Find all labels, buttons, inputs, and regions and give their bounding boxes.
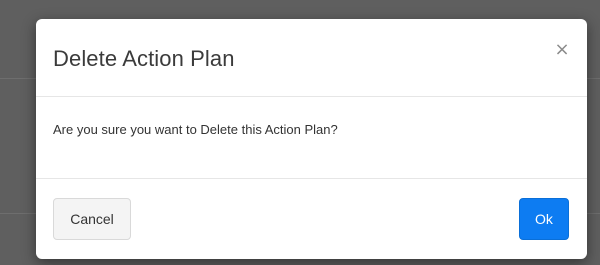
delete-action-plan-dialog: Delete Action Plan × Are you sure you wa… xyxy=(36,19,587,259)
dialog-header: Delete Action Plan × xyxy=(36,19,587,97)
dialog-body: Are you sure you want to Delete this Act… xyxy=(36,97,587,179)
dialog-footer: Cancel Ok xyxy=(36,179,587,259)
confirmation-message: Are you sure you want to Delete this Act… xyxy=(53,122,338,137)
cancel-button[interactable]: Cancel xyxy=(53,198,131,240)
dialog-title: Delete Action Plan xyxy=(53,46,235,71)
close-icon[interactable]: × xyxy=(553,41,571,59)
ok-button[interactable]: Ok xyxy=(519,198,569,240)
